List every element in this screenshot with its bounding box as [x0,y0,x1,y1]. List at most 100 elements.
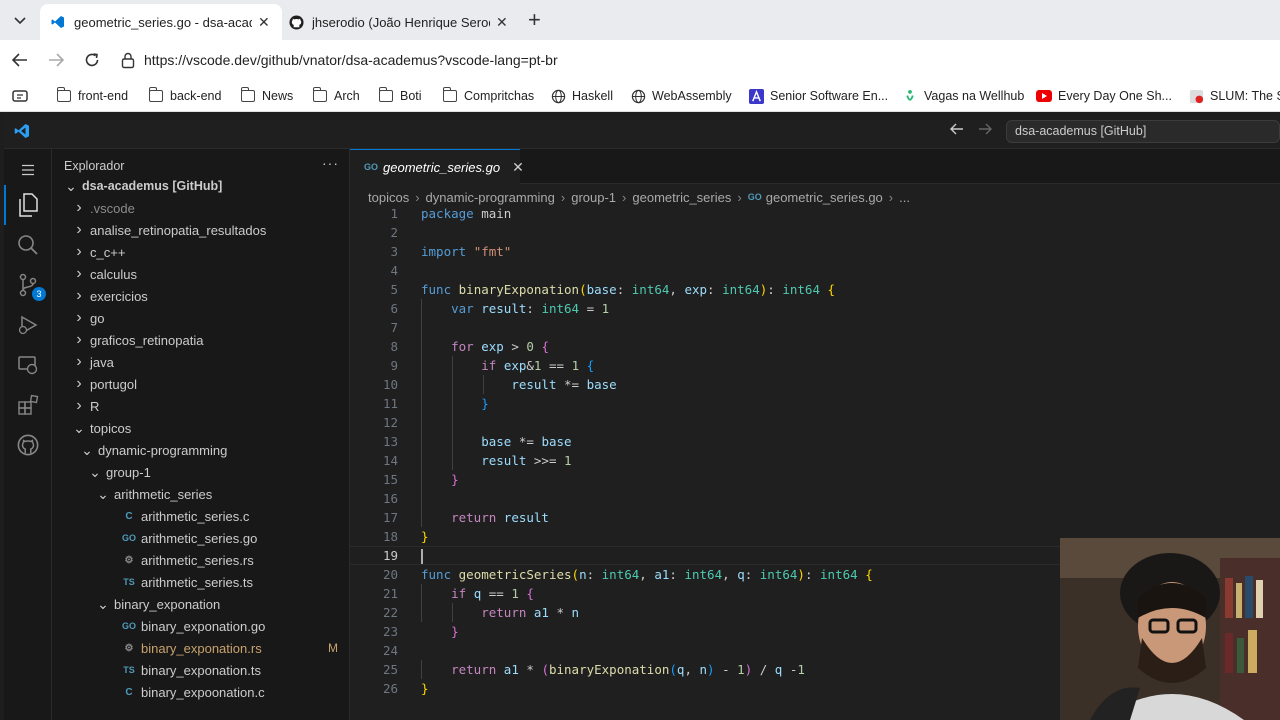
tree-file[interactable]: TS arithmetic_series.ts [52,571,350,593]
bookmark-arch[interactable]: Arch [312,87,360,105]
url-input[interactable]: https://vscode.dev/github/vnator/dsa-aca… [144,52,558,68]
tree-folder[interactable]: ⌄ dynamic-programming [52,439,350,461]
code-line[interactable]: 1 package main [350,204,1280,223]
menu-icon[interactable] [16,158,40,182]
code-line[interactable]: 5 func binaryExponation(base: int64, exp:… [350,280,1280,299]
bookmark-every-day-one-shot[interactable]: Every Day One Sh... [1036,87,1172,105]
more-actions-icon[interactable]: ··· [322,155,339,171]
breadcrumb-item[interactable]: geometric_series [632,190,731,205]
go-forward-icon[interactable] [978,122,992,139]
lock-icon[interactable] [120,51,136,69]
code-line[interactable]: 6 var result: int64 = 1 [350,299,1280,318]
tree-file[interactable]: GO binary_exponation.go [52,615,350,637]
tree-folder[interactable]: › calculus [52,263,350,285]
indent-guide [421,299,422,527]
bookmark-vagas-wellhub[interactable]: Vagas na Wellhub [902,87,1024,105]
tree-folder[interactable]: › analise_retinopatia_resultados [52,219,350,241]
code-line[interactable]: 17 return result [350,508,1280,527]
code-text: for exp > 0 { [451,339,549,354]
browser-tab-vscode[interactable]: geometric_series.go - dsa-academ ✕ [40,4,282,40]
reload-icon [85,53,99,67]
code-line[interactable]: 3 import "fmt" [350,242,1280,261]
go-back-icon[interactable] [950,122,964,139]
slum-icon [1188,88,1204,104]
tree-file[interactable]: ⚙ arithmetic_series.rs [52,549,350,571]
tree-item-label: binary_exponation.rs [141,640,262,656]
extensions-icon[interactable] [16,393,40,417]
tree-folder[interactable]: › .vscode [52,197,350,219]
editor-tab-active[interactable]: GO geometric_series.go ✕ [350,149,524,184]
typescript-file-icon: TS [123,577,135,587]
run-debug-icon[interactable] [16,313,40,337]
bookmark-back-end[interactable]: back-end [148,87,221,105]
tree-file[interactable]: ⚙ binary_exponation.rs M [52,637,350,659]
code-line[interactable]: 11 } [350,394,1280,413]
code-line[interactable]: 13 base *= base [350,432,1280,451]
tree-folder[interactable]: › c_c++ [52,241,350,263]
bookmark-news[interactable]: News [240,87,293,105]
webcam-overlay [1060,538,1280,720]
forward-button[interactable] [44,49,68,71]
code-line[interactable]: 4 [350,261,1280,280]
bookmark-haskell[interactable]: Haskell [550,87,613,105]
code-line[interactable]: 10 result *= base [350,375,1280,394]
bookmark-front-end[interactable]: front-end [56,87,128,105]
github-icon[interactable] [16,433,40,457]
tree-folder[interactable]: › exercicios [52,285,350,307]
indent-guide [452,603,453,622]
new-tab-button[interactable]: + [528,9,541,31]
code-line[interactable]: 16 [350,489,1280,508]
back-button[interactable] [8,49,32,71]
line-number: 17 [382,510,398,525]
bookmark-boti[interactable]: Boti [378,87,422,105]
code-line[interactable]: 14 result >>= 1 [350,451,1280,470]
breadcrumb-item[interactable]: geometric_series.go [766,190,883,205]
reading-list-icon [12,90,28,102]
tree-folder[interactable]: ⌄ arithmetic_series [52,483,350,505]
tree-folder[interactable]: ⌄ dsa-academus [GitHub] [52,175,350,197]
tab-search-dropdown[interactable] [6,8,34,34]
tree-file[interactable]: TS binary_exponation.ts [52,659,350,681]
close-icon[interactable]: ✕ [512,159,524,176]
command-center[interactable]: dsa-academus [GitHub] [1006,120,1280,143]
code-line[interactable]: 2 [350,223,1280,242]
close-icon[interactable]: ✕ [496,14,508,31]
tree-folder[interactable]: ⌄ binary_exponation [52,593,350,615]
breadcrumb-item[interactable]: topicos [368,190,409,205]
chevron-right-icon: › [622,189,627,205]
tree-file[interactable]: GO arithmetic_series.go [52,527,350,549]
bookmark-webassembly[interactable]: WebAssembly [630,87,732,105]
code-line[interactable]: 9 if exp&1 == 1 { [350,356,1280,375]
explorer-icon[interactable] [4,185,40,225]
breadcrumb-item[interactable]: dynamic-programming [426,190,555,205]
search-icon[interactable] [16,233,40,257]
tree-file[interactable]: Cbinary_expoonation.c [52,681,350,703]
remote-explorer-icon[interactable] [16,353,40,377]
tree-folder[interactable]: › portugol [52,373,350,395]
chevron-down-icon: ⌄ [97,486,109,502]
tree-file[interactable]: Carithmetic_series.c [52,505,350,527]
bookmark-senior-software[interactable]: Senior Software En... [748,87,888,105]
tree-folder[interactable]: › graficos_retinopatia [52,329,350,351]
tree-folder[interactable]: ⌄ topicos [52,417,350,439]
line-number: 14 [382,453,398,468]
code-line[interactable]: 7 [350,318,1280,337]
tree-folder[interactable]: ⌄ group-1 [52,461,350,483]
browser-tab-github[interactable]: jhserodio (João Henrique Serodio) ✕ [278,4,520,40]
reload-button[interactable] [80,49,104,71]
source-control-icon[interactable]: 3 [16,273,46,301]
bookmark-compritchas[interactable]: Compritchas [442,87,534,105]
tree-item-label: c_c++ [90,244,126,260]
code-line[interactable]: 15 } [350,470,1280,489]
code-line[interactable]: 12 [350,413,1280,432]
code-line[interactable]: 8 for exp > 0 { [350,337,1280,356]
bookmark-slum[interactable]: SLUM: The Sh [1188,87,1280,105]
breadcrumb-item[interactable]: ... [899,190,910,205]
tree-folder[interactable]: › java [52,351,350,373]
tree-folder[interactable]: › go [52,307,350,329]
breadcrumb-item[interactable]: group-1 [571,190,616,205]
bookmarks-app-icon[interactable] [12,87,28,105]
close-icon[interactable]: ✕ [258,14,270,31]
code-text: result >>= 1 [481,453,572,468]
tree-folder[interactable]: › R [52,395,350,417]
